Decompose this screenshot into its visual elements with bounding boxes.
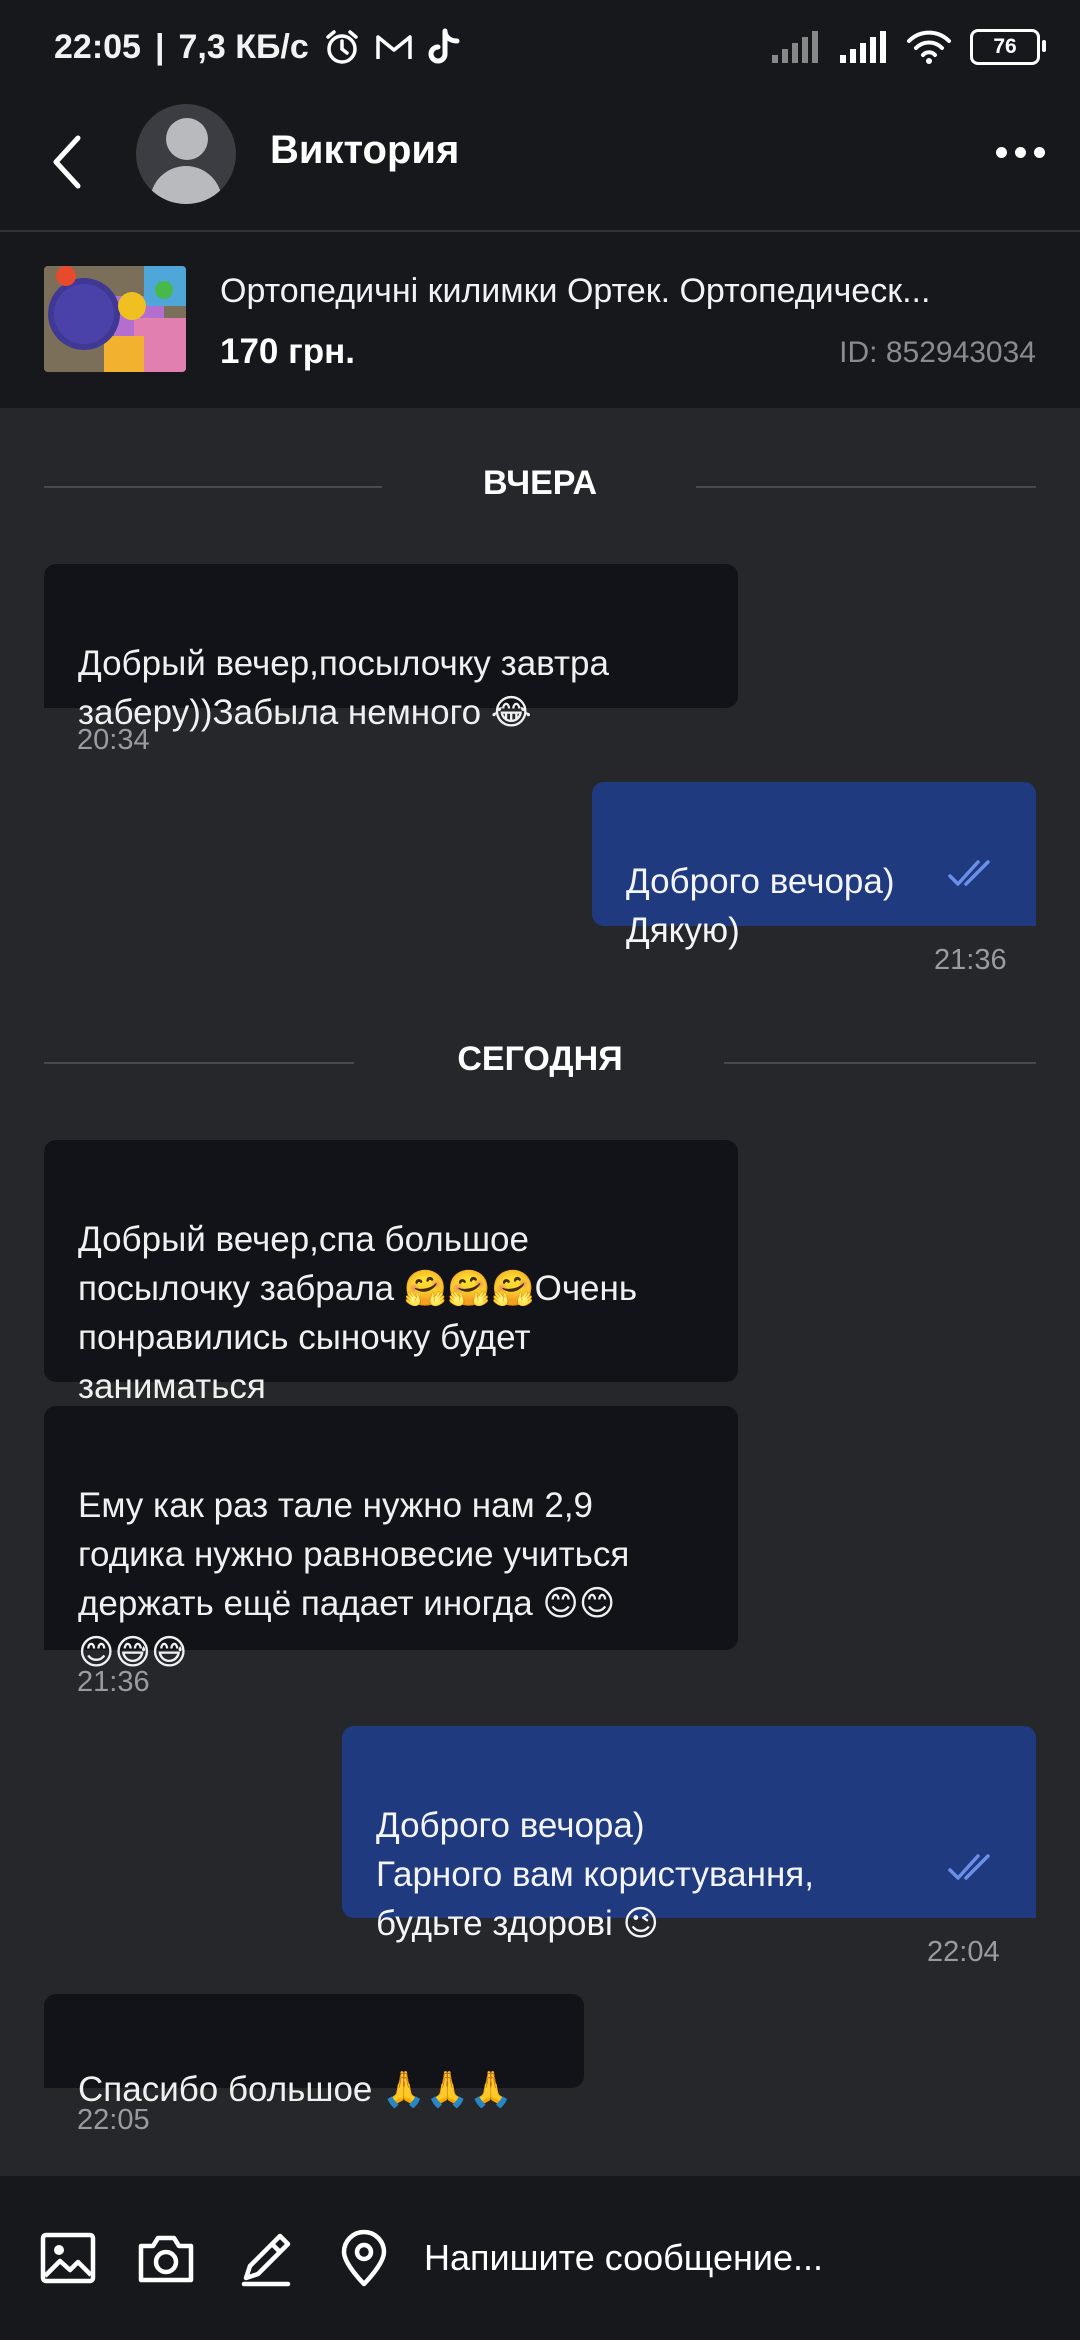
signal-icon-2	[840, 31, 886, 63]
gallery-icon[interactable]	[38, 2228, 98, 2288]
date-separator-today: СЕГОДНЯ	[44, 1040, 1036, 1084]
product-image	[44, 266, 186, 372]
product-thumbnail	[44, 266, 186, 372]
camera-icon[interactable]	[136, 2228, 196, 2288]
network-speed: 7,3 КБ/с	[178, 27, 309, 66]
avatar[interactable]	[136, 104, 236, 204]
status-left: 22:05 | 7,3 КБ/с	[54, 22, 461, 72]
message-bubble-incoming[interactable]: Ему как раз тале нужно нам 2,9 годика ну…	[44, 1406, 738, 1672]
date-separator-yesterday: ВЧЕРА	[44, 464, 1036, 508]
tiktok-icon	[428, 28, 460, 64]
divider	[724, 1062, 1036, 1064]
battery-indicator: 76	[970, 29, 1046, 65]
product-title: Ортопедичні килимки Ортек. Ортопедическ.…	[220, 272, 931, 310]
status-bar: 22:05 | 7,3 КБ/с 76	[0, 0, 1080, 96]
product-price: 170 грн.	[220, 332, 355, 371]
status-time: 22:05	[54, 27, 141, 66]
alarm-icon	[326, 30, 358, 64]
message-time: 21:36	[77, 1666, 150, 1698]
message-text: Доброго вечора) Гарного вам користування…	[376, 1806, 814, 1943]
back-arrow-icon[interactable]	[40, 122, 100, 202]
divider	[696, 486, 1036, 488]
status-right: 76	[770, 22, 1046, 72]
more-icon[interactable]	[990, 124, 1050, 180]
message-time: 20:34	[77, 724, 150, 756]
message-bubble-incoming[interactable]: Добрый вечер,спа большое посылочку забра…	[44, 1140, 738, 1406]
mail-icon	[376, 35, 412, 59]
message-time: 21:36	[934, 944, 1007, 976]
message-text: Доброго вечора) Дякую)	[626, 862, 895, 950]
more-dot	[1033, 146, 1045, 158]
message-input[interactable]: Напишите сообщение...	[424, 2226, 1044, 2290]
product-bar[interactable]: Ортопедичні килимки Ортек. Ортопедическ.…	[0, 232, 1080, 408]
battery-level: 76	[993, 35, 1017, 58]
avatar-body	[150, 166, 222, 204]
message-time: 22:04	[927, 1936, 1000, 1968]
message-bubble-incoming[interactable]: Спасибо большое 🙏🙏🙏	[44, 1994, 584, 2109]
product-id: ID: 852943034	[839, 336, 1036, 369]
signal-icon	[772, 31, 818, 63]
date-label: СЕГОДНЯ	[457, 1040, 623, 1078]
avatar-placeholder-icon	[166, 118, 208, 160]
double-check-icon	[948, 860, 990, 886]
message-time: 22:05	[77, 2104, 150, 2136]
date-label: ВЧЕРА	[482, 464, 598, 502]
location-icon[interactable]	[334, 2228, 394, 2288]
message-text: Добрый вечер,спа большое посылочку забра…	[78, 1220, 638, 1406]
message-text: Ему как раз тале нужно нам 2,9 годика ну…	[78, 1486, 630, 1672]
message-bubble-outgoing[interactable]: Доброго вечора) Гарного вам користування…	[342, 1726, 1036, 1943]
more-dot	[995, 146, 1007, 158]
message-text: Добрый вечер,посылочку завтра заберу))За…	[78, 644, 609, 732]
status-separator: |	[154, 27, 165, 66]
message-bubble-incoming[interactable]: Добрый вечер,посылочку завтра заберу))За…	[44, 564, 738, 732]
message-input-bar: Напишите сообщение...	[0, 2176, 1080, 2340]
double-check-icon	[948, 1854, 990, 1880]
contact-name[interactable]: Виктория	[270, 128, 459, 173]
attach-icon[interactable]	[236, 2228, 296, 2288]
more-dot	[1014, 146, 1026, 158]
wifi-icon	[907, 30, 951, 64]
message-bubble-outgoing[interactable]: Доброго вечора) Дякую)	[592, 782, 1036, 950]
